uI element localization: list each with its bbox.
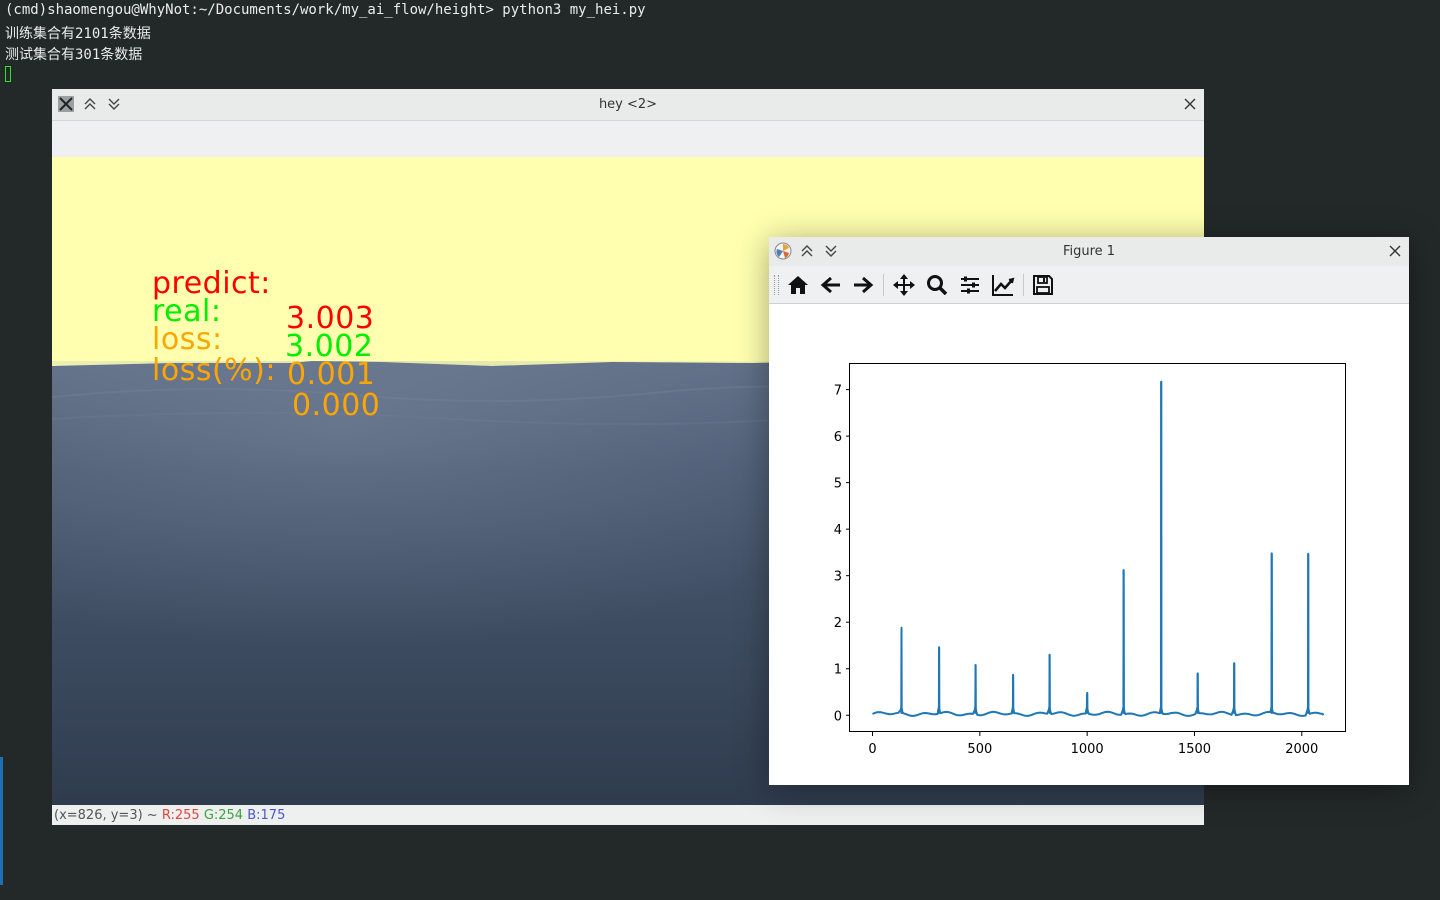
side-accent-bar	[0, 757, 3, 885]
pixel-status-bar: (x=826, y=3) ~ R:255 G:254 B:175	[52, 805, 1204, 825]
status-red: R:255	[161, 808, 200, 823]
status-coords: (x=826, y=3) ~	[54, 808, 158, 823]
x-tick-label: 500	[967, 742, 992, 757]
x-tick-label: 0	[868, 742, 876, 757]
x-tick-label: 1000	[1071, 742, 1104, 757]
figure-titlebar[interactable]: Figure 1	[769, 237, 1409, 266]
figure-canvas[interactable]: 0 1 2 3 4 5 6 7 0 500 1000 1500 2000	[769, 304, 1409, 785]
y-tick-label: 1	[834, 663, 842, 678]
loss-pct-value: 0.000	[292, 388, 381, 423]
zoom-icon[interactable]	[925, 273, 949, 297]
edit-axis-icon[interactable]	[991, 273, 1015, 297]
home-icon[interactable]	[786, 273, 810, 297]
x-tick-label: 2000	[1285, 742, 1318, 757]
figure-window[interactable]: Figure 1 0 1 2 3 4 5 6 7 0 500 1000 1500…	[769, 237, 1409, 785]
hey-titlebar[interactable]: hey <2>	[52, 89, 1204, 121]
line-chart[interactable]: 0 1 2 3 4 5 6 7 0 500 1000 1500 2000	[769, 304, 1409, 785]
loss-pct-label: loss(%):	[152, 353, 276, 388]
subplots-config-icon[interactable]	[958, 273, 982, 297]
pan-icon[interactable]	[892, 273, 916, 297]
terminal-output-train: 训练集合有2101条数据	[5, 26, 151, 42]
matplotlib-toolbar	[769, 266, 1409, 304]
back-arrow-icon[interactable]	[819, 273, 843, 297]
close-icon[interactable]	[1387, 243, 1403, 259]
save-icon[interactable]	[1031, 273, 1055, 297]
y-tick-label: 4	[834, 523, 842, 538]
loss-value: 0.001	[287, 357, 376, 392]
toolbar-separator	[883, 274, 884, 296]
y-tick-label: 3	[834, 570, 842, 585]
figure-window-title: Figure 1	[1062, 244, 1116, 259]
terminal-output-test: 测试集合有301条数据	[5, 47, 143, 63]
hey-toolbar	[52, 121, 1204, 157]
status-green: G:254	[203, 808, 244, 823]
loss-pct-row: loss(%): 0.000	[152, 318, 380, 458]
y-tick-label: 7	[834, 384, 842, 399]
status-blue: B:175	[247, 808, 286, 823]
y-tick-label: 5	[834, 477, 842, 492]
forward-arrow-icon[interactable]	[851, 273, 875, 297]
y-tick-label: 2	[834, 616, 842, 631]
close-icon[interactable]	[1182, 96, 1198, 112]
hey-window-title: hey <2>	[598, 97, 658, 112]
x-tick-label: 1500	[1178, 742, 1211, 757]
y-axis: 0 1 2 3 4 5 6 7	[834, 384, 850, 724]
terminal-command-line: (cmd)shaomengou@WhyNot:~/Documents/work/…	[5, 2, 646, 18]
terminal-cursor	[5, 66, 11, 82]
y-tick-label: 0	[834, 709, 842, 724]
toolbar-grip[interactable]	[774, 275, 779, 295]
x-axis: 0 500 1000 1500 2000	[868, 732, 1318, 757]
y-tick-label: 6	[834, 430, 842, 445]
toolbar-separator	[1023, 274, 1024, 296]
